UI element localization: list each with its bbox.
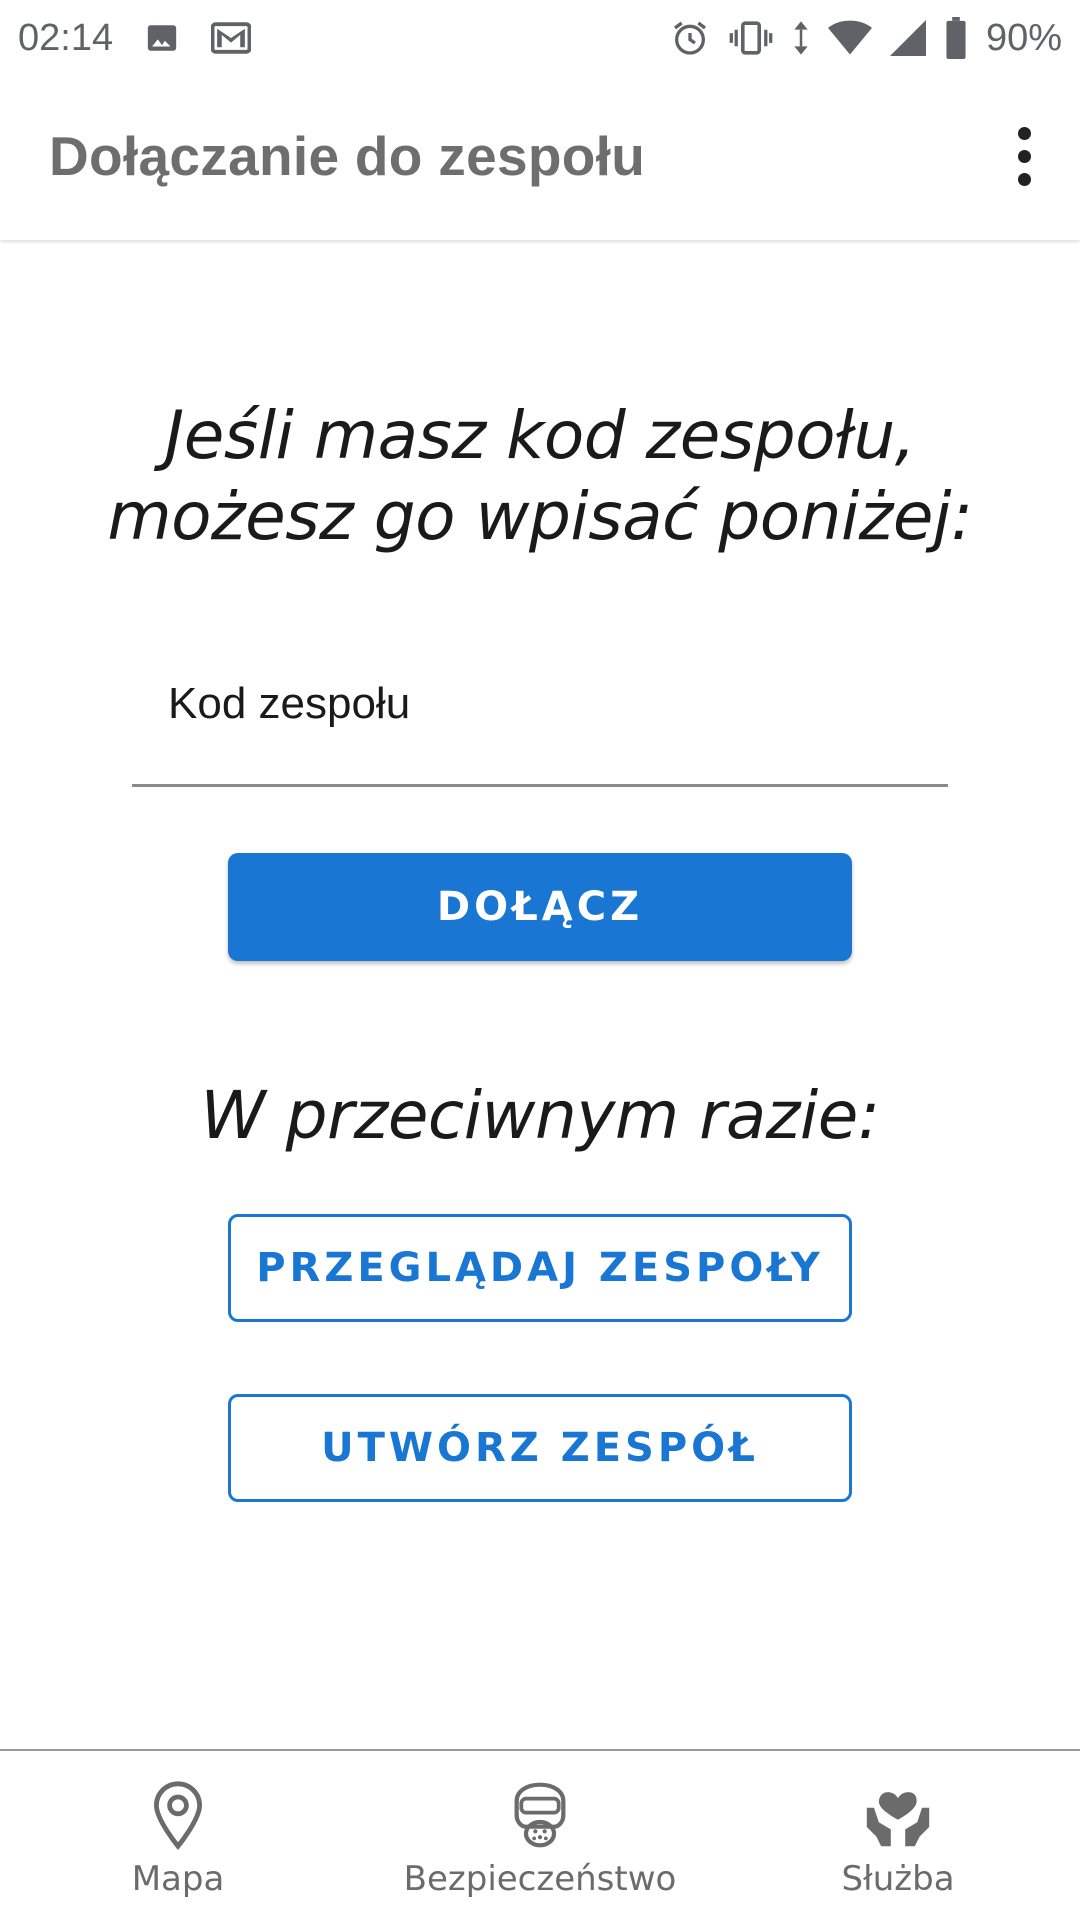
vibrate-icon — [728, 18, 774, 58]
signal-icon — [889, 19, 926, 57]
more-vert-icon — [1017, 126, 1031, 140]
image-icon — [145, 21, 179, 55]
nav-label-map: Mapa — [131, 1859, 225, 1899]
wifi-icon — [827, 19, 872, 57]
status-bar-right: 90% — [670, 14, 1062, 62]
otherwise-text: W przeciwnym razie: — [200, 1077, 880, 1154]
nav-label-safety: Bezpieczeństwo — [403, 1859, 677, 1899]
more-vert-icon-dot — [1017, 149, 1031, 163]
nav-item-map[interactable]: Mapa — [78, 1751, 278, 1922]
page-title: Dołączanie do zespołu — [49, 125, 646, 187]
nav-item-safety[interactable]: Bezpieczeństwo — [380, 1751, 700, 1922]
status-bar: 02:14 90% — [0, 0, 1080, 76]
more-options-button[interactable] — [992, 116, 1056, 196]
browse-teams-button[interactable]: PRZEGLĄDAJ ZESPOŁY — [228, 1214, 852, 1322]
heart-hands-icon — [862, 1777, 934, 1853]
intro-line-2: możesz go wpisać poniżej: — [107, 477, 973, 555]
team-code-input[interactable] — [168, 664, 908, 744]
battery-percent: 90% — [985, 16, 1062, 59]
battery-icon — [944, 17, 968, 59]
status-time: 02:14 — [18, 16, 114, 59]
join-button[interactable]: DOŁĄCZ — [228, 853, 852, 961]
app-bar: Dołączanie do zespołu — [0, 76, 1080, 240]
intro-line-1: Jeśli masz kod zespołu, — [164, 397, 916, 474]
map-pin-icon — [149, 1777, 207, 1853]
create-team-button[interactable]: UTWÓRZ ZESPÓŁ — [228, 1394, 852, 1502]
gas-mask-icon — [505, 1777, 575, 1853]
intro-text: Jeśli masz kod zespołu, możesz go wpisać… — [0, 396, 1080, 557]
data-arrows-icon — [792, 18, 810, 58]
mail-icon — [211, 20, 252, 56]
bottom-navigation: Mapa Bezpieczeństwo Służba — [0, 1749, 1080, 1920]
nav-label-service: Służba — [841, 1859, 955, 1899]
nav-item-service[interactable]: Służba — [798, 1751, 998, 1922]
more-vert-icon-dot — [1017, 172, 1031, 186]
team-code-field[interactable] — [132, 640, 948, 787]
status-bar-left: 02:14 — [18, 14, 252, 62]
alarm-icon — [670, 18, 710, 58]
